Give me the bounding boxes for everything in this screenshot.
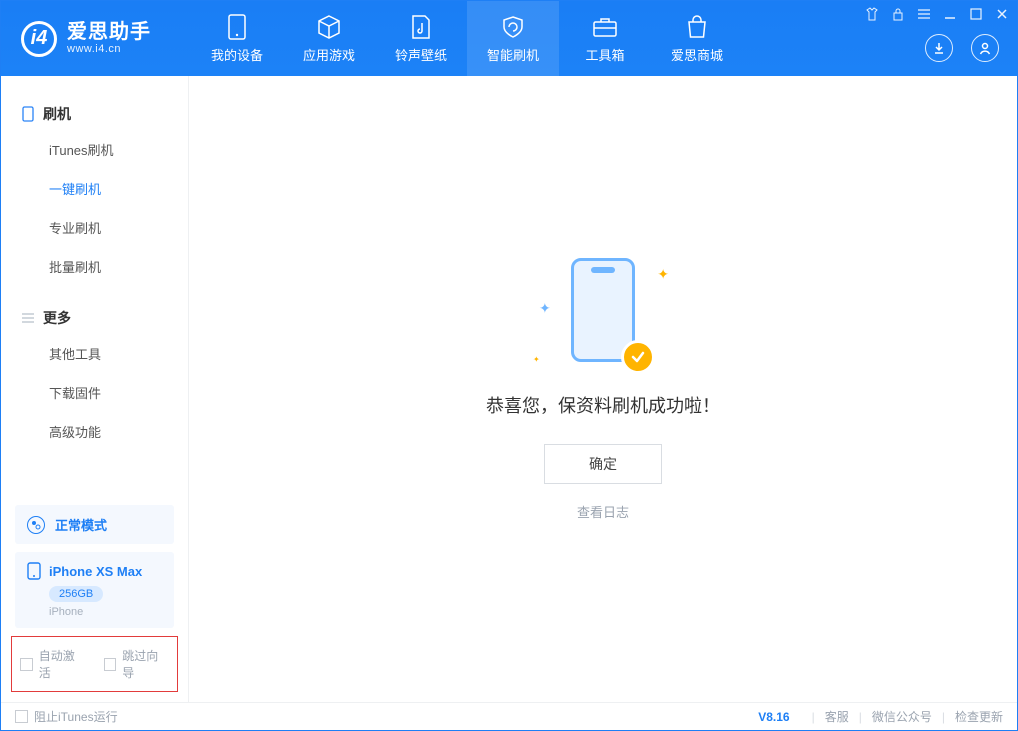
- app-body: 刷机 iTunes刷机 一键刷机 专业刷机 批量刷机 更多 其他工具 下载固件 …: [1, 76, 1017, 702]
- lock-icon[interactable]: [891, 7, 905, 21]
- wechat-link[interactable]: 微信公众号: [872, 708, 932, 725]
- checkmark-badge-icon: [621, 340, 655, 374]
- mode-box[interactable]: 正常模式: [15, 505, 174, 544]
- device-box[interactable]: iPhone XS Max 256GB iPhone: [15, 552, 174, 628]
- briefcase-icon: [592, 14, 618, 40]
- separator: |: [942, 710, 945, 724]
- check-label: 自动激活: [39, 647, 86, 681]
- checkbox-icon: [104, 658, 117, 671]
- user-icon[interactable]: [971, 34, 999, 62]
- highlighted-checkbox-row: 自动激活 跳过向导: [11, 636, 178, 692]
- nav-label: 我的设备: [211, 45, 263, 64]
- sidebar-item-advanced[interactable]: 高级功能: [1, 412, 188, 451]
- download-icon[interactable]: [925, 34, 953, 62]
- app-header: i4 爱思助手 www.i4.cn 我的设备 应用游戏 铃声壁纸 智能刷机 工具…: [1, 1, 1017, 76]
- nav-label: 智能刷机: [487, 45, 539, 64]
- close-icon[interactable]: [995, 7, 1009, 21]
- success-illustration: ✦ ✦ ✦: [533, 258, 673, 368]
- refresh-shield-icon: [500, 14, 526, 40]
- maximize-icon[interactable]: [969, 7, 983, 21]
- sparkle-icon: ✦: [657, 266, 669, 283]
- sidebar-item-oneclick[interactable]: 一键刷机: [1, 169, 188, 208]
- main-content: ✦ ✦ ✦ 恭喜您，保资料刷机成功啦！ 确定 查看日志: [189, 76, 1017, 702]
- sidebar-group-more: 更多: [1, 302, 188, 334]
- nav-store[interactable]: 爱思商城: [651, 1, 743, 76]
- minimize-icon[interactable]: [943, 7, 957, 21]
- phone-small-icon: [27, 562, 41, 580]
- sidebar-item-download[interactable]: 下载固件: [1, 373, 188, 412]
- phone-icon: [224, 14, 250, 40]
- group-label: 更多: [43, 308, 71, 328]
- sidebar-item-pro[interactable]: 专业刷机: [1, 208, 188, 247]
- mode-icon: [27, 516, 45, 534]
- separator: |: [859, 710, 862, 724]
- check-skip-guide[interactable]: 跳过向导: [104, 647, 170, 681]
- window-controls: [865, 7, 1009, 21]
- nav-app-games[interactable]: 应用游戏: [283, 1, 375, 76]
- sidebar: 刷机 iTunes刷机 一键刷机 专业刷机 批量刷机 更多 其他工具 下载固件 …: [1, 76, 189, 702]
- logo-icon: i4: [21, 21, 57, 57]
- sparkle-icon: ✦: [533, 355, 540, 364]
- logo-block: i4 爱思助手 www.i4.cn: [1, 1, 191, 76]
- nav-my-device[interactable]: 我的设备: [191, 1, 283, 76]
- checkbox-icon: [15, 710, 28, 723]
- nav-label: 铃声壁纸: [395, 45, 447, 64]
- nav-ring-wall[interactable]: 铃声壁纸: [375, 1, 467, 76]
- device-type: iPhone: [49, 606, 162, 618]
- check-label: 跳过向导: [122, 647, 169, 681]
- nav-label: 工具箱: [585, 45, 624, 64]
- menu-icon[interactable]: [917, 7, 931, 21]
- sidebar-item-itunes[interactable]: iTunes刷机: [1, 130, 188, 169]
- device-storage-badge: 256GB: [49, 586, 103, 602]
- nav-label: 爱思商城: [671, 45, 723, 64]
- nav-label: 应用游戏: [303, 45, 355, 64]
- checkbox-icon: [20, 658, 33, 671]
- cube-icon: [316, 14, 342, 40]
- sidebar-item-batch[interactable]: 批量刷机: [1, 247, 188, 286]
- view-log-link[interactable]: 查看日志: [577, 502, 629, 521]
- mode-label: 正常模式: [55, 515, 107, 534]
- header-actions: [925, 34, 999, 62]
- shirt-icon[interactable]: [865, 7, 879, 21]
- sidebar-group-flash: 刷机: [1, 98, 188, 130]
- list-icon: [21, 311, 35, 325]
- sidebar-item-other[interactable]: 其他工具: [1, 334, 188, 373]
- device-name: iPhone XS Max: [49, 564, 142, 579]
- version-label: V8.16: [758, 710, 789, 724]
- group-label: 刷机: [43, 104, 71, 124]
- nav-smart-flash[interactable]: 智能刷机: [467, 1, 559, 76]
- separator: |: [812, 710, 815, 724]
- check-block-itunes[interactable]: 阻止iTunes运行: [15, 708, 118, 725]
- bag-icon: [684, 14, 710, 40]
- check-label: 阻止iTunes运行: [34, 708, 118, 725]
- check-update-link[interactable]: 检查更新: [955, 708, 1003, 725]
- ok-button[interactable]: 确定: [544, 444, 662, 484]
- app-title: 爱思助手: [67, 21, 151, 43]
- success-message: 恭喜您，保资料刷机成功啦！: [486, 392, 720, 418]
- device-icon: [21, 107, 35, 121]
- nav-toolbox[interactable]: 工具箱: [559, 1, 651, 76]
- main-nav: 我的设备 应用游戏 铃声壁纸 智能刷机 工具箱 爱思商城: [191, 1, 743, 76]
- check-auto-activate[interactable]: 自动激活: [20, 647, 86, 681]
- app-subtitle: www.i4.cn: [67, 43, 151, 55]
- sparkle-icon: ✦: [539, 300, 551, 317]
- status-bar: 阻止iTunes运行 V8.16 | 客服 | 微信公众号 | 检查更新: [1, 702, 1017, 730]
- music-file-icon: [408, 14, 434, 40]
- support-link[interactable]: 客服: [825, 708, 849, 725]
